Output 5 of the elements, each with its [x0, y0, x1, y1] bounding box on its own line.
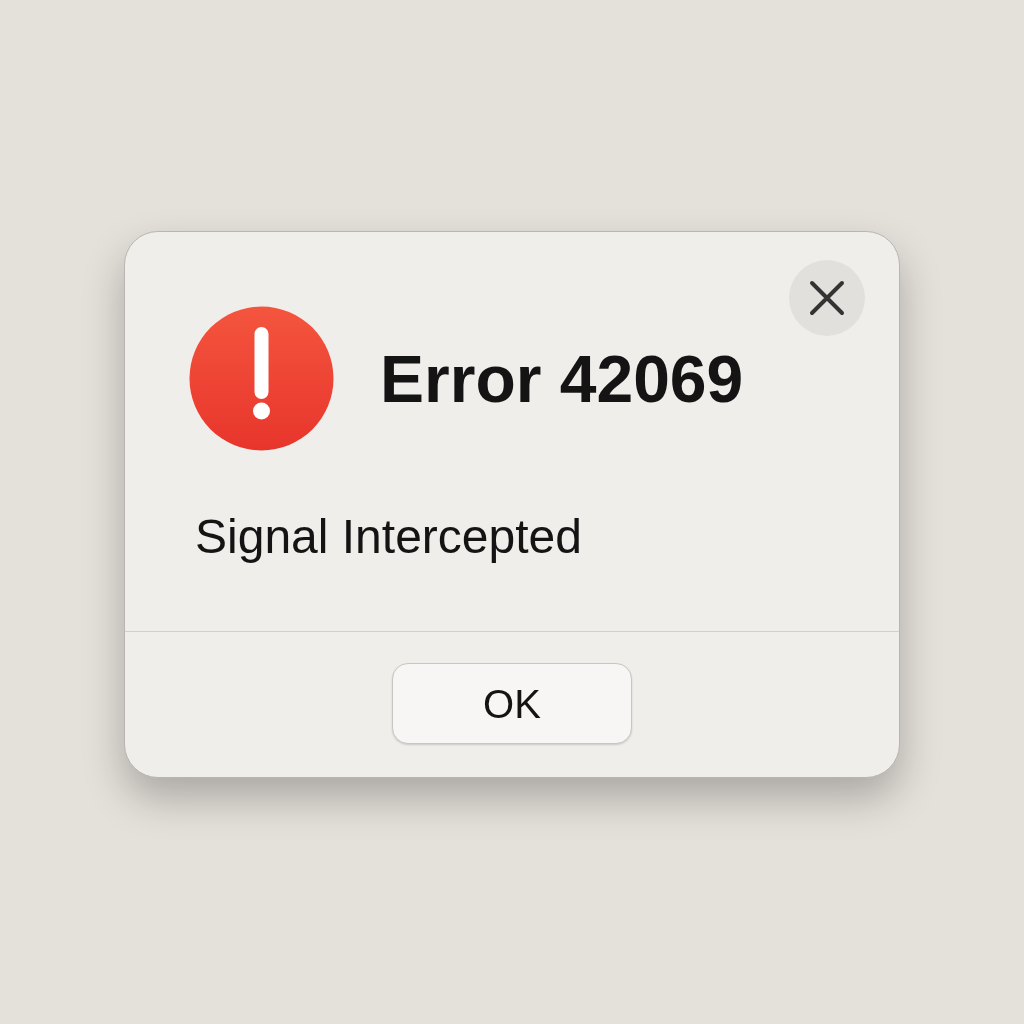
ok-button[interactable]: OK: [392, 663, 632, 744]
close-icon: [809, 280, 845, 316]
error-message: Signal Intercepted: [195, 513, 583, 561]
error-title: Error 42069: [380, 345, 744, 412]
error-icon: [189, 306, 334, 451]
